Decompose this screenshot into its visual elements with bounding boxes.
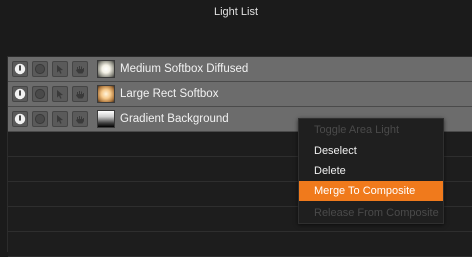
power-icon[interactable] — [12, 61, 28, 77]
power-icon[interactable] — [12, 111, 28, 127]
context-menu: Toggle Area Light Deselect Delete Merge … — [298, 118, 444, 224]
gradient-thumbnail-icon — [97, 110, 115, 128]
menu-item-release-from-composite[interactable]: Release From Composite — [299, 203, 443, 223]
menu-item-delete[interactable]: Delete — [299, 161, 443, 181]
hand-icon[interactable] — [72, 61, 88, 77]
cursor-arrow-icon[interactable] — [52, 111, 68, 127]
solo-circle-icon[interactable] — [32, 111, 48, 127]
light-name: Gradient Background — [120, 113, 229, 125]
menu-item-merge-to-composite[interactable]: Merge To Composite — [299, 181, 443, 201]
softbox-thumbnail-icon — [97, 85, 115, 103]
light-row-large-rect-softbox[interactable]: Large Rect Softbox — [8, 82, 472, 107]
solo-circle-icon[interactable] — [32, 61, 48, 77]
cursor-arrow-icon[interactable] — [52, 61, 68, 77]
menu-item-deselect[interactable]: Deselect — [299, 141, 443, 161]
window-title: Light List — [213, 6, 259, 18]
light-row-medium-softbox-diffused[interactable]: Medium Softbox Diffused — [8, 57, 472, 82]
power-icon[interactable] — [12, 86, 28, 102]
hand-icon[interactable] — [72, 111, 88, 127]
light-name: Medium Softbox Diffused — [120, 63, 249, 75]
menu-item-toggle-area-light[interactable]: Toggle Area Light — [299, 120, 443, 140]
solo-circle-icon[interactable] — [32, 86, 48, 102]
hand-icon[interactable] — [72, 86, 88, 102]
softbox-thumbnail-icon — [97, 60, 115, 78]
light-name: Large Rect Softbox — [120, 88, 219, 100]
cursor-arrow-icon[interactable] — [52, 86, 68, 102]
empty-list-row — [8, 232, 472, 257]
